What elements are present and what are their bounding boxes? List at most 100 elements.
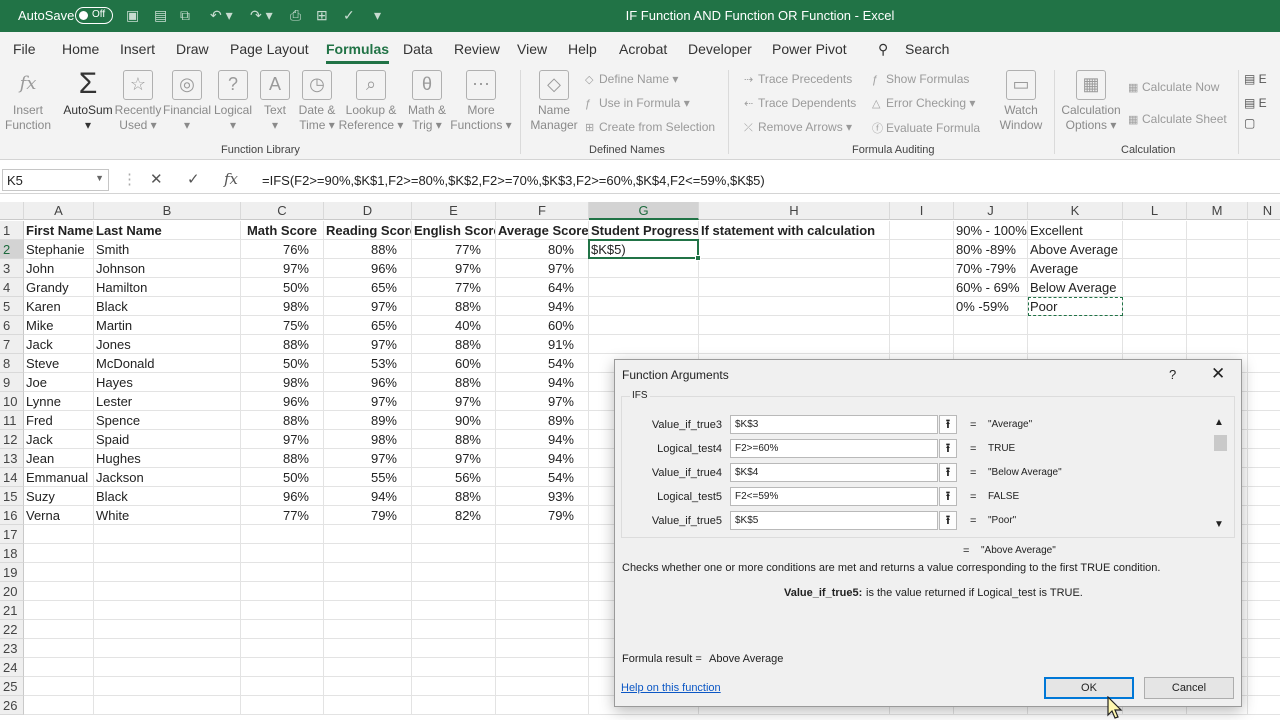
more-functions-button[interactable]: ⋯ More Functions ▾ (450, 70, 512, 133)
select-all-corner[interactable] (0, 202, 24, 220)
create-from-selection-button[interactable]: ⊞ Create from Selection (585, 120, 715, 134)
cancel-icon[interactable]: ✕ (150, 170, 163, 188)
row-header-17[interactable]: 17 (0, 525, 24, 544)
lookup-reference-button[interactable]: ⌕ Lookup & Reference ▾ (338, 70, 404, 133)
lookup-cell[interactable]: 90% - 100% (954, 221, 1028, 240)
column-header-g[interactable]: G (589, 202, 699, 220)
cell[interactable] (94, 601, 241, 620)
lookup-cell[interactable]: 0% -59% (954, 297, 1028, 316)
data-cell[interactable]: Black (94, 487, 241, 506)
row-header-15[interactable]: 15 (0, 487, 24, 506)
lookup-cell[interactable]: Below Average (1028, 278, 1123, 297)
argument-input[interactable]: $K$5 (730, 511, 938, 530)
cell[interactable] (699, 259, 890, 278)
cell[interactable] (24, 639, 94, 658)
cell[interactable] (241, 639, 324, 658)
cell[interactable] (24, 677, 94, 696)
cell[interactable] (589, 259, 699, 278)
cell[interactable] (1028, 335, 1123, 354)
data-cell[interactable]: 97% (412, 449, 496, 468)
cell[interactable] (94, 620, 241, 639)
row-header-19[interactable]: 19 (0, 563, 24, 582)
row-header-8[interactable]: 8 (0, 354, 24, 373)
use-in-formula-button[interactable]: ƒ Use in Formula ▾ (585, 96, 690, 110)
cell[interactable] (24, 582, 94, 601)
data-cell[interactable]: 97% (324, 392, 412, 411)
cell[interactable] (1248, 506, 1280, 525)
cell[interactable] (1248, 658, 1280, 677)
cell[interactable] (496, 563, 589, 582)
column-header-b[interactable]: B (94, 202, 241, 220)
cell[interactable] (24, 696, 94, 715)
row-header-23[interactable]: 23 (0, 639, 24, 658)
data-cell[interactable]: 89% (496, 411, 589, 430)
cell[interactable] (589, 335, 699, 354)
data-cell[interactable]: 90% (412, 411, 496, 430)
tab-formulas[interactable]: Formulas (326, 41, 390, 64)
cell[interactable] (1248, 468, 1280, 487)
data-cell[interactable]: 60% (412, 354, 496, 373)
header-cell[interactable]: Average Score (496, 221, 589, 240)
data-cell[interactable]: 50% (241, 468, 324, 487)
row-header-25[interactable]: 25 (0, 677, 24, 696)
cell[interactable] (1187, 278, 1248, 297)
scroll-thumb[interactable] (1214, 435, 1227, 451)
data-cell[interactable]: Mike (24, 316, 94, 335)
collapse-dialog-icon[interactable]: ⭱ (939, 463, 957, 482)
cell[interactable] (1187, 335, 1248, 354)
cell[interactable] (241, 620, 324, 639)
data-cell[interactable]: 96% (241, 487, 324, 506)
data-cell[interactable]: 94% (496, 449, 589, 468)
cell[interactable] (890, 278, 954, 297)
column-header-h[interactable]: H (699, 202, 890, 220)
lookup-cell[interactable]: Above Average (1028, 240, 1123, 259)
cell[interactable] (1187, 221, 1248, 240)
recently-used-button[interactable]: ☆ Recently Used ▾ (114, 70, 162, 133)
trace-dependents-button[interactable]: ⇠ Trace Dependents (744, 96, 856, 110)
cell[interactable] (1248, 677, 1280, 696)
cell[interactable] (1248, 430, 1280, 449)
tab-page-layout[interactable]: Page Layout (230, 41, 309, 57)
watch-window-button[interactable]: ▭ Watch Window (998, 70, 1044, 133)
data-cell[interactable]: 97% (412, 392, 496, 411)
cell[interactable] (324, 696, 412, 715)
data-cell[interactable]: 97% (496, 392, 589, 411)
cell[interactable] (412, 525, 496, 544)
cell[interactable] (241, 677, 324, 696)
cell[interactable] (412, 601, 496, 620)
cell[interactable] (890, 335, 954, 354)
data-cell[interactable]: 79% (324, 506, 412, 525)
header-cell[interactable]: Math Score (241, 221, 324, 240)
cell[interactable] (24, 601, 94, 620)
cell[interactable] (1248, 620, 1280, 639)
tab-acrobat[interactable]: Acrobat (619, 41, 667, 57)
ribbon-overflow-3[interactable]: ▢ (1244, 116, 1255, 130)
cell[interactable] (412, 582, 496, 601)
tab-power-pivot[interactable]: Power Pivot (772, 41, 847, 57)
search-icon[interactable]: ⚲ (878, 41, 888, 58)
collapse-dialog-icon[interactable]: ⭱ (939, 415, 957, 434)
cell[interactable] (412, 620, 496, 639)
data-cell[interactable]: 56% (412, 468, 496, 487)
cell[interactable] (496, 544, 589, 563)
data-cell[interactable]: 94% (496, 297, 589, 316)
data-cell[interactable]: 89% (324, 411, 412, 430)
cell[interactable] (324, 639, 412, 658)
tab-home[interactable]: Home (62, 41, 99, 57)
data-cell[interactable]: 91% (496, 335, 589, 354)
data-cell[interactable]: Jean (24, 449, 94, 468)
data-cell[interactable]: 93% (496, 487, 589, 506)
data-cell[interactable]: Johnson (94, 259, 241, 278)
cell[interactable] (890, 221, 954, 240)
collapse-dialog-icon[interactable]: ⭱ (939, 487, 957, 506)
row-header-4[interactable]: 4 (0, 278, 24, 297)
data-cell[interactable]: Grandy (24, 278, 94, 297)
cell[interactable] (94, 658, 241, 677)
cell[interactable] (241, 582, 324, 601)
cell[interactable] (890, 259, 954, 278)
cell[interactable] (324, 582, 412, 601)
show-formulas-button[interactable]: ƒ Show Formulas (872, 72, 969, 86)
data-cell[interactable]: 97% (324, 449, 412, 468)
cell[interactable] (1248, 278, 1280, 297)
data-cell[interactable]: 94% (324, 487, 412, 506)
